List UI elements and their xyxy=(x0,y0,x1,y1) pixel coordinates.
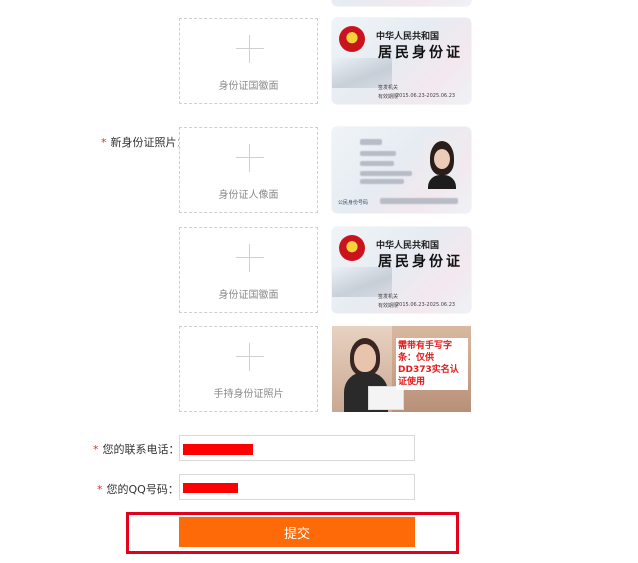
national-emblem-icon xyxy=(339,235,365,261)
validity-label: 有效期限 xyxy=(378,94,399,100)
new-id-photo-label: * 新身份证照片： xyxy=(101,136,188,149)
authority-label: 签发机关 xyxy=(378,294,399,300)
blurred-name xyxy=(360,139,382,145)
blurred-id-number xyxy=(380,198,458,204)
required-star: * xyxy=(101,136,107,149)
sample-nation: 中华人民共和国 xyxy=(376,32,440,42)
qq-input[interactable] xyxy=(179,474,415,500)
sample-card-top-partial xyxy=(332,0,471,6)
validity-label: 有效期限 xyxy=(378,303,399,309)
upload-caption: 手持身份证照片 xyxy=(213,389,284,400)
upload-caption: 身份证国徽面 xyxy=(218,290,279,301)
redacted-phone xyxy=(183,444,253,455)
handwritten-note-text: 需带有手写字条：仅供DD373实名认证使用 xyxy=(396,338,468,390)
person-face xyxy=(354,344,376,372)
phone-label: * 您的联系电话： xyxy=(93,443,180,456)
required-star: * xyxy=(97,483,103,496)
plus-icon xyxy=(236,343,264,371)
plus-icon xyxy=(236,35,264,63)
upload-handheld-id-slot[interactable]: 手持身份证照片 xyxy=(179,326,318,412)
required-star: * xyxy=(93,443,99,456)
sample-id-portrait: 公民身份号码 xyxy=(332,127,471,213)
blurred-gender xyxy=(360,151,396,156)
id-photo xyxy=(424,137,460,189)
upload-caption: 身份证国徽面 xyxy=(218,81,279,92)
validity-value: 2015.06.23-2025.06.23 xyxy=(396,93,456,99)
validity-value: 2015.06.23-2025.06.23 xyxy=(396,302,456,308)
id-number-label: 公民身份号码 xyxy=(338,200,369,206)
phone-input[interactable] xyxy=(179,435,415,461)
national-emblem-icon xyxy=(339,26,365,52)
redacted-qq xyxy=(183,483,238,493)
authority-label: 签发机关 xyxy=(378,85,399,91)
upload-id-portrait-slot[interactable]: 身份证人像面 xyxy=(179,127,318,213)
plus-icon xyxy=(236,144,264,172)
blurred-address-2 xyxy=(360,179,404,184)
sample-id-back: 中华人民共和国 居民身份证 签发机关 有效期限 2015.06.23-2025.… xyxy=(332,18,471,104)
upload-id-back-slot-2[interactable]: 身份证国徽面 xyxy=(179,227,318,313)
upload-id-back-slot[interactable]: 身份证国徽面 xyxy=(179,18,318,104)
submit-button[interactable]: 提交 xyxy=(179,517,415,547)
sample-id-back-2: 中华人民共和国 居民身份证 签发机关 有效期限 2015.06.23-2025.… xyxy=(332,227,471,313)
blurred-address-1 xyxy=(360,171,412,176)
qq-label: * 您的QQ号码： xyxy=(97,483,179,496)
upload-caption: 身份证人像面 xyxy=(218,190,279,201)
plus-icon xyxy=(236,244,264,272)
blurred-birth xyxy=(360,161,394,166)
sample-nation: 中华人民共和国 xyxy=(376,241,440,251)
sample-handheld-photo: 需带有手写字条：仅供DD373实名认证使用 xyxy=(332,326,471,412)
